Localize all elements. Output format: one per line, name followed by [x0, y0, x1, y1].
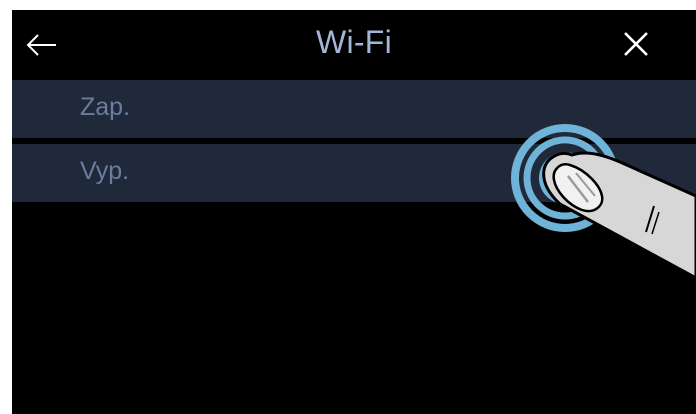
wifi-option-on[interactable]: Zap.	[12, 80, 696, 138]
header-bar: Wi-Fi	[12, 10, 696, 80]
option-label: Zap.	[80, 93, 131, 121]
wifi-option-off[interactable]: Vyp.	[12, 144, 696, 202]
close-button[interactable]	[616, 26, 656, 66]
close-icon	[622, 30, 650, 63]
option-label: Vyp.	[80, 157, 130, 185]
wifi-settings-screen: Wi-Fi Zap. Vyp.	[12, 10, 696, 414]
page-title: Wi-Fi	[315, 24, 393, 60]
